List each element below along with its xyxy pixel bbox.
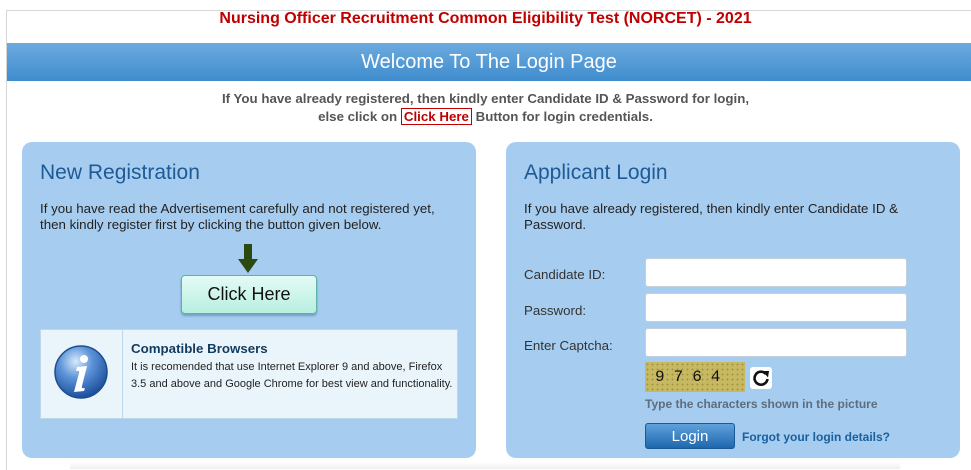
click-here-link[interactable]: Click Here [400, 108, 472, 125]
intro-line-2-after: Button for login credentials. [471, 109, 653, 124]
captcha-label: Enter Captcha: [524, 338, 613, 353]
new-registration-heading: New Registration [40, 161, 200, 184]
new-registration-panel: New Registration If you have read the Ad… [22, 142, 476, 458]
new-registration-text: If you have read the Advertisement caref… [40, 201, 435, 232]
applicant-login-heading: Applicant Login [524, 161, 668, 184]
password-label: Password: [524, 303, 587, 318]
bottom-divider [70, 462, 900, 469]
info-icon-cell [41, 330, 123, 418]
captcha-input[interactable] [645, 328, 907, 357]
intro-line-2-before: else click on [318, 109, 401, 124]
info-icon [54, 345, 108, 399]
intro-text: If You have already registered, then kin… [0, 90, 971, 126]
intro-line-1: If You have already registered, then kin… [221, 91, 750, 106]
forgot-login-link[interactable]: Forgot your login details? [742, 430, 890, 444]
compatible-browsers-box: Compatible Browsers It is recomended tha… [40, 329, 458, 419]
captcha-hint: Type the characters shown in the picture [645, 397, 878, 411]
arrow-down-icon [238, 244, 258, 273]
compatible-browsers-title: Compatible Browsers [131, 341, 268, 356]
register-click-here-button[interactable]: Click Here [181, 275, 317, 314]
captcha-code: 9764 [655, 368, 730, 386]
refresh-captcha-icon[interactable] [750, 367, 772, 389]
page-title: Nursing Officer Recruitment Common Eligi… [219, 10, 752, 27]
captcha-image: 9764 [645, 362, 745, 392]
candidate-id-label: Candidate ID: [524, 267, 606, 282]
applicant-login-panel: Applicant Login If you have already regi… [506, 142, 960, 458]
applicant-login-text: If you have already registered, then kin… [524, 201, 899, 232]
login-button[interactable]: Login [645, 423, 735, 449]
candidate-id-input[interactable] [645, 258, 907, 287]
compatible-browsers-text: It is recomended that use Internet Explo… [131, 361, 453, 390]
welcome-banner: Welcome To The Login Page [7, 43, 971, 81]
intro-line-2: else click on Click Here Button for logi… [0, 108, 971, 126]
password-input[interactable] [645, 293, 907, 322]
